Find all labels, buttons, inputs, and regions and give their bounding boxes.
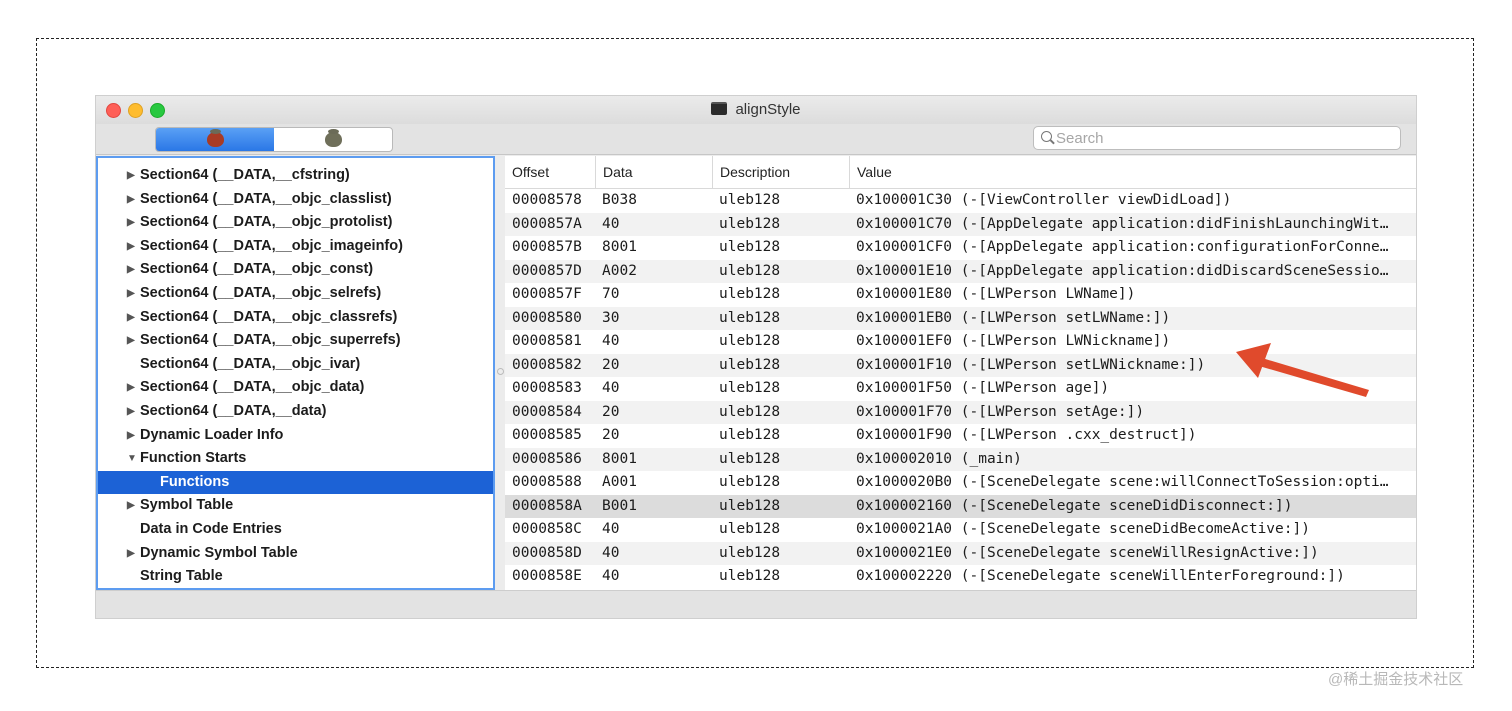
watermark: @稀土掘金技术社区 — [1328, 671, 1464, 688]
annotation-arrow — [1236, 343, 1369, 397]
arrow-shaft — [1259, 358, 1369, 397]
